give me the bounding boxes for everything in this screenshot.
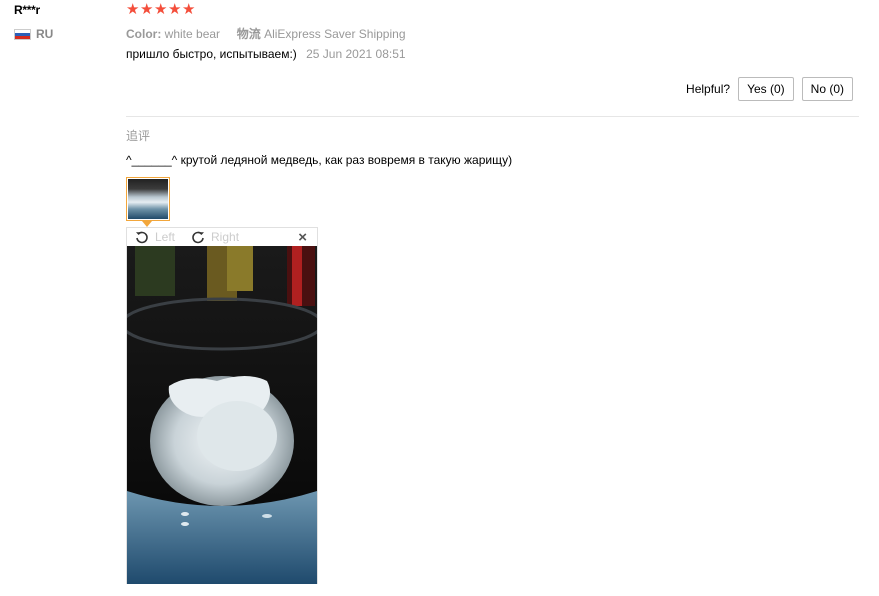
- star-icon: ★: [154, 1, 168, 18]
- star-icon: ★: [126, 1, 140, 18]
- close-viewer-button[interactable]: ×: [298, 229, 307, 246]
- photo-viewer: Left Right ×: [126, 227, 318, 584]
- user-name: R***r: [14, 3, 40, 17]
- review-text: пришло быстро, испытываем:): [126, 47, 297, 61]
- color-key: Color:: [126, 27, 162, 41]
- color-value: white bear: [164, 27, 221, 41]
- star-icon: ★: [140, 1, 154, 18]
- additional-feedback-title: 追评: [126, 129, 151, 143]
- shipping-value: AliExpress Saver Shipping: [264, 27, 406, 41]
- rotate-left-icon: [136, 231, 148, 244]
- helpful-yes-button[interactable]: Yes (0): [738, 77, 794, 101]
- feedback-item: R***r RU ★ ★ ★ ★ ★ Color: white bear 物流 …: [0, 0, 879, 596]
- review-photo: [127, 246, 317, 584]
- review-text-line: пришло быстро, испытываем:) 25 Jun 2021 …: [126, 47, 406, 61]
- order-attributes: Color: white bear 物流 AliExpress Saver Sh…: [126, 25, 406, 42]
- thumbnail-image: [128, 179, 168, 219]
- user-country: RU: [14, 27, 53, 41]
- rotate-right-icon: [192, 231, 205, 244]
- country-code: RU: [36, 27, 54, 41]
- additional-feedback-text: ^______^ крутой ледяной медведь, как раз…: [126, 153, 513, 167]
- star-icon: ★: [168, 1, 182, 18]
- star-rating: ★ ★ ★ ★ ★: [126, 1, 196, 18]
- rotate-left-label: Left: [155, 230, 176, 244]
- photo-thumbnail[interactable]: [126, 177, 170, 221]
- divider: [126, 116, 859, 117]
- rotate-right-button[interactable]: Right: [191, 230, 239, 244]
- helpful-label: Helpful?: [686, 82, 731, 96]
- helpful-no-button[interactable]: No (0): [801, 77, 853, 101]
- star-icon: ★: [182, 1, 196, 18]
- russia-flag-icon: [14, 28, 31, 40]
- review-date: 25 Jun 2021 08:51: [306, 47, 406, 61]
- helpful-vote: Helpful? Yes (0) No (0): [686, 77, 853, 101]
- rotate-right-label: Right: [211, 230, 240, 244]
- shipping-key: 物流: [236, 27, 261, 41]
- ice-bear-photo: [127, 246, 317, 584]
- rotate-left-button[interactable]: Left: [135, 230, 175, 244]
- viewer-toolbar: Left Right ×: [127, 228, 317, 246]
